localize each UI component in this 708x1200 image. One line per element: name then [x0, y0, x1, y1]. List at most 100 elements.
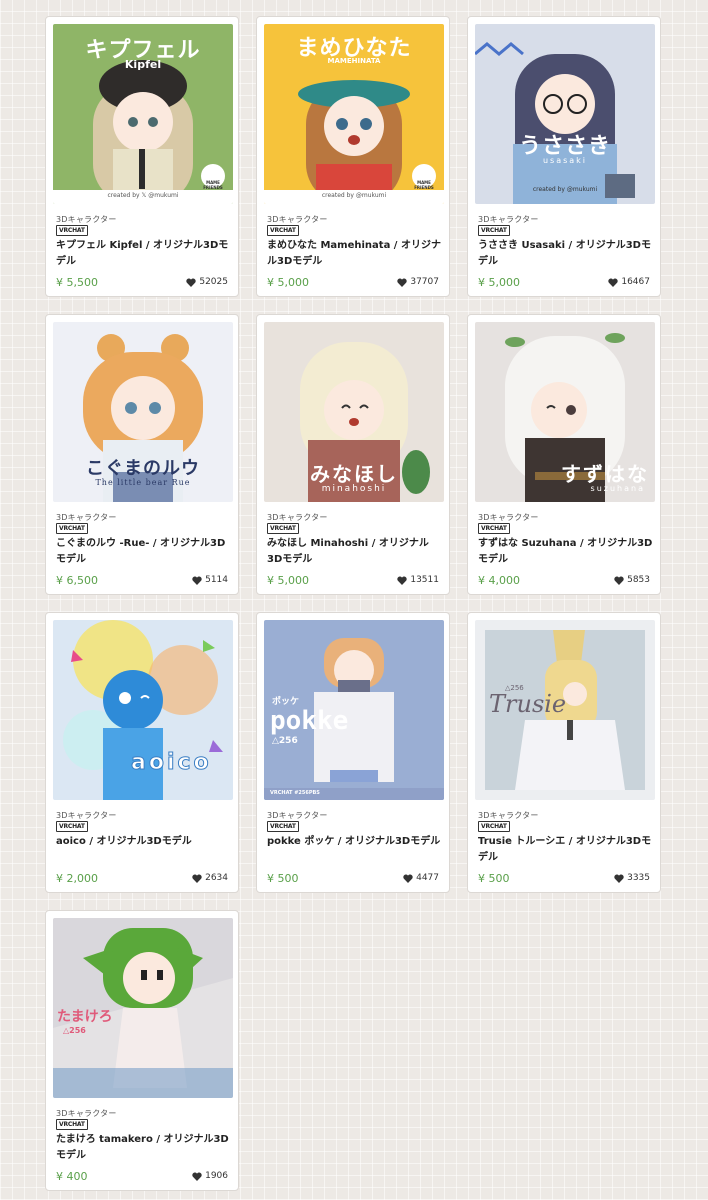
like-count: 4477 — [416, 873, 439, 883]
product-category: 3Dキャラクター — [56, 513, 117, 522]
product-card[interactable]: △256 Trusie 3Dキャラクター VRCHAT Trusie トルーシエ… — [467, 612, 661, 893]
product-title[interactable]: Trusie トルーシエ / オリジナル3Dモデル — [478, 834, 654, 866]
like-button[interactable]: 2634 — [192, 873, 228, 883]
product-category: 3Dキャラクター — [478, 513, 539, 522]
product-thumbnail[interactable] — [475, 620, 655, 800]
like-count: 37707 — [410, 277, 439, 287]
pokke-cover-image — [264, 620, 444, 800]
aoico-cover-image — [53, 620, 233, 800]
product-card[interactable]: キプフェル Kipfel created by 𝕏 @mukumi MAME F… — [45, 16, 239, 297]
product-title[interactable]: aoico / オリジナル3Dモデル — [56, 834, 232, 850]
vrchat-badge: VRCHAT — [267, 821, 299, 832]
vrchat-badge: VRCHAT — [478, 225, 510, 236]
product-price: ¥ 500 — [478, 871, 510, 885]
product-price: ¥ 5,000 — [267, 275, 309, 289]
heart-icon — [614, 874, 624, 883]
product-thumbnail[interactable] — [53, 322, 233, 502]
tamakero-cover-image — [53, 918, 233, 1098]
vrchat-badge: VRCHAT — [478, 523, 510, 534]
heart-icon — [186, 278, 197, 287]
like-count: 3335 — [627, 873, 650, 883]
like-count: 1906 — [205, 1171, 228, 1181]
product-card[interactable]: まめひなた MAMEHINATA created by @mukumi MAME… — [256, 16, 450, 297]
product-title[interactable]: すずはな Suzuhana / オリジナル3Dモデル — [478, 536, 654, 568]
rue-cover-image — [53, 322, 233, 502]
vrchat-badge: VRCHAT — [267, 225, 299, 236]
heart-icon — [614, 576, 624, 585]
vrchat-badge: VRCHAT — [56, 821, 88, 832]
like-count: 5114 — [205, 575, 228, 585]
product-category: 3Dキャラクター — [267, 513, 328, 522]
product-title[interactable]: キプフェル Kipfel / オリジナル3Dモデル — [56, 238, 232, 270]
heart-icon — [192, 576, 202, 585]
product-card[interactable]: みなほし minahoshi 3Dキャラクター VRCHAT みなほし Mina… — [256, 314, 450, 595]
vrchat-badge: VRCHAT — [478, 821, 510, 832]
product-title[interactable]: みなほし Minahoshi / オリジナル3Dモデル — [267, 536, 443, 568]
product-grid: キプフェル Kipfel created by 𝕏 @mukumi MAME F… — [0, 0, 708, 1200]
product-thumbnail[interactable] — [475, 24, 655, 204]
vrchat-badge: VRCHAT — [56, 225, 88, 236]
like-count: 52025 — [199, 277, 228, 287]
product-title[interactable]: たまけろ tamakero / オリジナル3Dモデル — [56, 1132, 232, 1164]
product-category: 3Dキャラクター — [478, 811, 539, 820]
product-category: 3Dキャラクター — [56, 215, 117, 224]
like-count: 2634 — [205, 873, 228, 883]
product-card[interactable]: こぐまのルウ The little bear Rue 3Dキャラクター VRCH… — [45, 314, 239, 595]
product-price: ¥ 6,500 — [56, 573, 98, 587]
like-button[interactable]: 1906 — [192, 1171, 228, 1181]
heart-icon — [192, 1172, 202, 1181]
heart-icon — [397, 278, 408, 287]
product-price: ¥ 5,000 — [267, 573, 309, 587]
like-button[interactable]: 4477 — [403, 873, 439, 883]
like-count: 13511 — [410, 575, 439, 585]
minahoshi-cover-image — [264, 322, 444, 502]
heart-icon — [403, 874, 413, 883]
product-thumbnail[interactable] — [264, 24, 444, 204]
product-price: ¥ 4,000 — [478, 573, 520, 587]
product-title[interactable]: pokke ポッケ / オリジナル3Dモデル — [267, 834, 443, 850]
trusie-cover-image — [475, 620, 655, 800]
product-price: ¥ 5,000 — [478, 275, 520, 289]
product-price: ¥ 400 — [56, 1169, 88, 1183]
like-button[interactable]: 5853 — [614, 575, 650, 585]
product-category: 3Dキャラクター — [267, 215, 328, 224]
product-title[interactable]: うささき Usasaki / オリジナル3Dモデル — [478, 238, 654, 270]
product-title[interactable]: まめひなた Mamehinata / オリジナル3Dモデル — [267, 238, 443, 270]
product-card[interactable]: うささき usasaki created by @mukumi 3Dキャラクター… — [467, 16, 661, 297]
product-category: 3Dキャラクター — [267, 811, 328, 820]
heart-icon — [192, 874, 202, 883]
product-thumbnail[interactable] — [264, 620, 444, 800]
like-count: 5853 — [627, 575, 650, 585]
product-thumbnail[interactable] — [264, 322, 444, 502]
like-button[interactable]: 5114 — [192, 575, 228, 585]
product-thumbnail[interactable] — [53, 918, 233, 1098]
usasaki-cover-image — [475, 24, 655, 204]
like-button[interactable]: 3335 — [614, 873, 650, 883]
product-price: ¥ 500 — [267, 871, 299, 885]
mamehinata-cover-image — [264, 24, 444, 204]
product-category: 3Dキャラクター — [56, 1109, 117, 1118]
vrchat-badge: VRCHAT — [56, 523, 88, 534]
product-title[interactable]: こぐまのルウ -Rue- / オリジナル3Dモデル — [56, 536, 232, 568]
heart-icon — [608, 278, 619, 287]
product-card[interactable]: aoico 3Dキャラクター VRCHAT aoico / オリジナル3Dモデル… — [45, 612, 239, 893]
product-price: ¥ 2,000 — [56, 871, 98, 885]
product-category: 3Dキャラクター — [56, 811, 117, 820]
heart-icon — [397, 576, 408, 585]
product-thumbnail[interactable] — [53, 620, 233, 800]
suzuhana-cover-image — [475, 322, 655, 502]
product-price: ¥ 5,500 — [56, 275, 98, 289]
product-card[interactable]: すずはな suzuhana 3Dキャラクター VRCHAT すずはな Suzuh… — [467, 314, 661, 595]
product-category: 3Dキャラクター — [478, 215, 539, 224]
product-thumbnail[interactable] — [53, 24, 233, 204]
product-card[interactable]: ポッケ pokke △256 VRCHAT #256PBS 3Dキャラクター V… — [256, 612, 450, 893]
kipfel-cover-image — [53, 24, 233, 204]
like-button[interactable]: 16467 — [608, 277, 650, 287]
like-button[interactable]: 13511 — [397, 575, 439, 585]
product-thumbnail[interactable] — [475, 322, 655, 502]
like-button[interactable]: 37707 — [397, 277, 439, 287]
vrchat-badge: VRCHAT — [267, 523, 299, 534]
like-button[interactable]: 52025 — [186, 277, 228, 287]
product-card[interactable]: たまけろ △256 3Dキャラクター VRCHAT たまけろ tamakero … — [45, 910, 239, 1191]
like-count: 16467 — [621, 277, 650, 287]
